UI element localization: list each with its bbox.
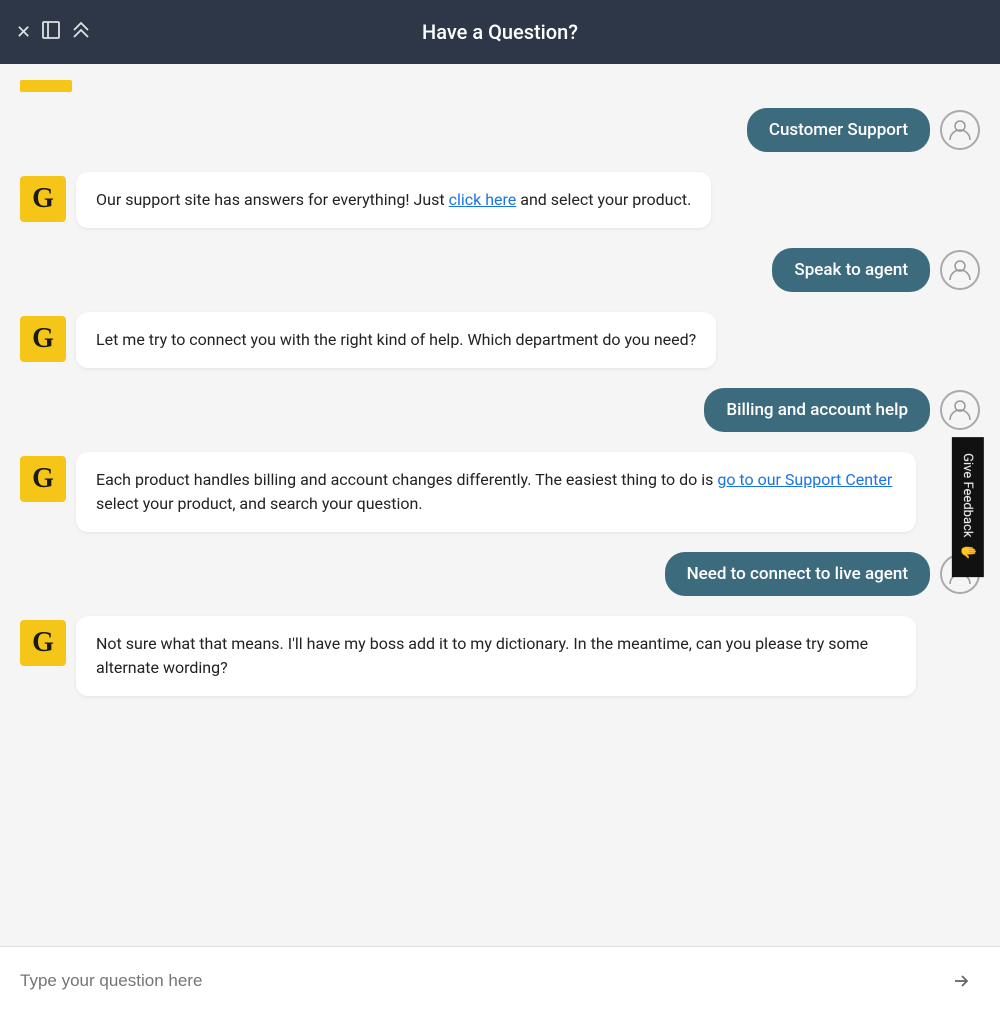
user-bubble[interactable]: Billing and account help: [704, 388, 930, 432]
chat-area: Customer Support G Our support site has …: [0, 64, 1000, 946]
expand-icon[interactable]: [41, 20, 61, 45]
bot-bubble: Each product handles billing and account…: [76, 452, 916, 532]
sticky-note-top: [20, 80, 72, 92]
bot-avatar: G: [20, 176, 66, 222]
avatar: [940, 390, 980, 430]
bot-avatar: G: [20, 316, 66, 362]
message-row: Billing and account help: [0, 380, 1000, 440]
message-row: Need to connect to live agent: [0, 544, 1000, 604]
feedback-tab[interactable]: Give Feedback ✋: [952, 437, 984, 577]
header-controls: ✕: [16, 20, 91, 45]
message-row: Customer Support: [0, 100, 1000, 160]
message-row: G Each product handles billing and accou…: [0, 444, 1000, 540]
avatar: [940, 250, 980, 290]
message-row: G Let me try to connect you with the rig…: [0, 304, 1000, 376]
click-here-link[interactable]: click here: [449, 190, 517, 209]
user-bubble[interactable]: Customer Support: [747, 108, 930, 152]
message-row: Speak to agent: [0, 240, 1000, 300]
user-bubble[interactable]: Speak to agent: [772, 248, 930, 292]
input-area: [0, 946, 1000, 1014]
feedback-icon: ✋: [960, 543, 976, 560]
message-row: G Not sure what that means. I'll have my…: [0, 608, 1000, 704]
chat-header: ✕ Have a Question?: [0, 0, 1000, 64]
bot-bubble: Our support site has answers for everyth…: [76, 172, 711, 228]
bot-bubble: Let me try to connect you with the right…: [76, 312, 716, 368]
page-title: Have a Question?: [422, 20, 578, 44]
send-button[interactable]: [942, 962, 980, 1000]
bot-avatar: G: [20, 620, 66, 666]
user-bubble[interactable]: Need to connect to live agent: [665, 552, 930, 596]
support-center-link[interactable]: go to our Support Center: [717, 470, 892, 489]
bot-avatar: G: [20, 456, 66, 502]
avatar: [940, 110, 980, 150]
close-icon[interactable]: ✕: [16, 22, 31, 43]
message-input[interactable]: [20, 971, 942, 991]
message-row: G Our support site has answers for every…: [0, 164, 1000, 236]
shrink-icon[interactable]: [71, 20, 91, 45]
feedback-label: Give Feedback: [961, 453, 976, 537]
bot-bubble: Not sure what that means. I'll have my b…: [76, 616, 916, 696]
